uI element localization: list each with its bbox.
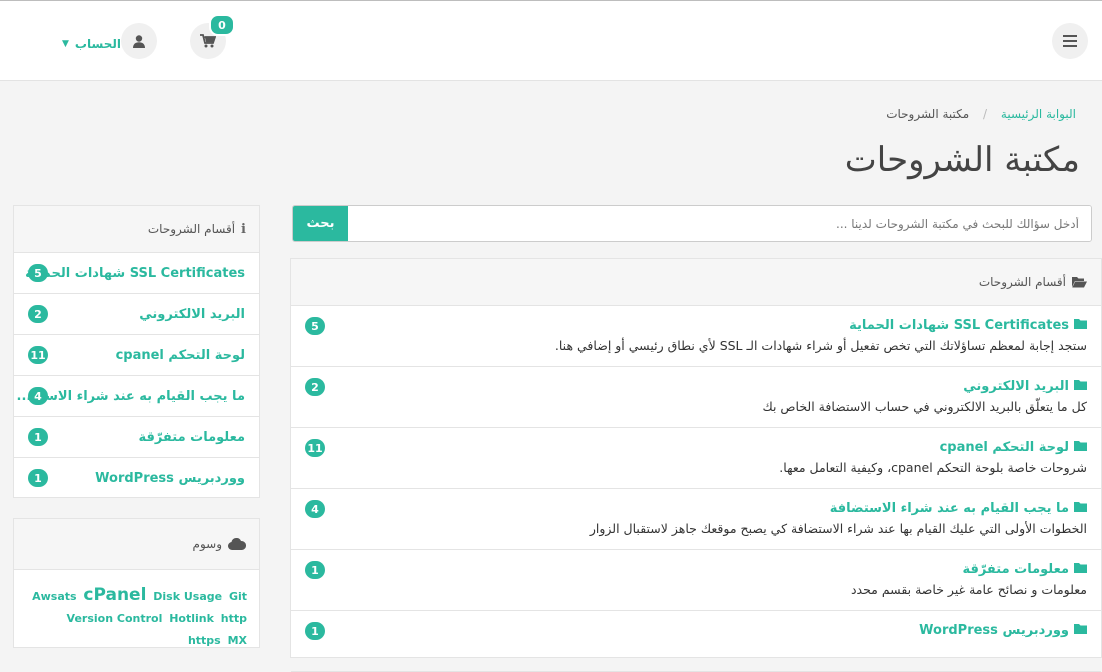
sidebar-item-label: ما يجب القيام به عند شراء الاست... [16, 388, 245, 404]
category-title[interactable]: معلومات متفرّقة [291, 562, 1087, 577]
sidebar-item[interactable]: ما يجب القيام به عند شراء الاست... 4 [14, 376, 259, 417]
sidebar-item-label: معلومات متفرّقة [138, 429, 245, 445]
account-label: الحساب [74, 37, 121, 51]
category-title[interactable]: البريد الالكتروني [291, 379, 1087, 394]
category-count-badge: 1 [305, 622, 325, 640]
search-input[interactable] [348, 206, 1091, 241]
sidebar-item[interactable]: معلومات متفرّقة 1 [14, 417, 259, 458]
caret-down-icon: ▼ [62, 39, 69, 49]
tag-link[interactable]: cPanel [83, 585, 146, 605]
folder-icon [1074, 501, 1087, 516]
category-title-text: ووردبريس WordPress [919, 623, 1069, 638]
tags-title: وسوم [192, 537, 222, 551]
category-item[interactable]: البريد الالكتروني كل ما يتعلّق بالبريد ا… [291, 367, 1101, 428]
categories-panel: أقسام الشروحات SSL Certificates شهادات ا… [290, 258, 1102, 672]
category-title[interactable]: ووردبريس WordPress [291, 623, 1087, 638]
tag-cloud: Awsats cPanel Disk Usage Git Version Con… [14, 570, 259, 652]
category-title[interactable]: ما يجب القيام به عند شراء الاستضافة [291, 501, 1087, 516]
sidebar-item-label: البريد الالكتروني [139, 306, 245, 322]
sidebar-item[interactable]: SSL Certificates شهادات الحماية 5 [14, 253, 259, 294]
tag-link[interactable]: Git [229, 590, 247, 603]
category-item[interactable]: لوحة التحكم cpanel شروحات خاصة بلوحة الت… [291, 428, 1101, 489]
account-dropdown[interactable]: الحساب ▼ [62, 37, 121, 51]
sidebar-categories: i أقسام الشروحات SSL Certificates شهادات… [13, 205, 260, 498]
category-count-badge: 4 [305, 500, 325, 518]
category-item[interactable]: معلومات متفرّقة معلومات و نصائح عامة غير… [291, 550, 1101, 611]
sidebar-item-count: 1 [28, 428, 48, 446]
page-title: مكتبة الشروحات [844, 140, 1080, 180]
category-count-badge: 5 [305, 317, 325, 335]
category-description: معلومات و نصائح عامة غير خاصة بقسم محدد [850, 582, 1087, 597]
search-button[interactable]: بحث [293, 206, 348, 241]
breadcrumb-separator: / [983, 107, 988, 121]
categories-panel-title: أقسام الشروحات [978, 275, 1066, 289]
knowledgebase-search-form: بحث [292, 205, 1092, 242]
sidebar-item-count: 11 [28, 346, 48, 364]
sidebar-item[interactable]: لوحة التحكم cpanel 11 [14, 335, 259, 376]
top-header: 0 الحساب ▼ [0, 0, 1102, 81]
category-title[interactable]: SSL Certificates شهادات الحماية [291, 318, 1087, 333]
category-description: ستجد إجابة لمعظم تساؤلاتك التي تخص تفعيل… [554, 338, 1087, 353]
tag-link[interactable]: https [188, 634, 221, 647]
category-item[interactable]: SSL Certificates شهادات الحماية ستجد إجا… [291, 306, 1101, 367]
tag-link[interactable]: Version Control [67, 612, 163, 625]
sidebar-item[interactable]: البريد الالكتروني 2 [14, 294, 259, 335]
sidebar-item-count: 5 [28, 264, 48, 282]
category-count-badge: 1 [305, 561, 325, 579]
sidebar-item[interactable]: ووردبريس WordPress 1 [14, 458, 259, 499]
sidebar-item-label: ووردبريس WordPress [95, 471, 245, 486]
category-description: شروحات خاصة بلوحة التحكم cpanel، وكيفية … [779, 460, 1087, 475]
category-count-badge: 2 [305, 378, 325, 396]
folder-icon [1074, 379, 1087, 394]
user-icon [133, 34, 145, 48]
breadcrumb-current: مكتبة الشروحات [886, 107, 970, 121]
tags-header: وسوم [14, 519, 259, 570]
category-description: كل ما يتعلّق بالبريد الالكتروني في حساب … [762, 399, 1087, 414]
tag-link[interactable]: Awsats [32, 590, 76, 603]
breadcrumb: البوابة الرئيسية / مكتبة الشروحات [886, 107, 1076, 121]
tag-link[interactable]: Disk Usage [153, 590, 222, 603]
category-title-text: معلومات متفرّقة [962, 562, 1069, 577]
cloud-icon [228, 538, 246, 550]
cart-icon [200, 34, 216, 48]
info-icon: i [241, 221, 246, 237]
categories-panel-header: أقسام الشروحات [291, 259, 1101, 306]
category-item[interactable]: ما يجب القيام به عند شراء الاستضافة الخط… [291, 489, 1101, 550]
tag-link[interactable]: Hotlink [169, 612, 214, 625]
category-title-text: البريد الالكتروني [963, 379, 1069, 394]
category-title-text: SSL Certificates شهادات الحماية [849, 318, 1069, 333]
category-description: الخطوات الأولى التي عليك القيام بها عند … [589, 521, 1087, 536]
category-title-text: ما يجب القيام به عند شراء الاستضافة [829, 501, 1069, 516]
folder-icon [1074, 623, 1087, 638]
category-count-badge: 11 [305, 439, 325, 457]
sidebar-header: i أقسام الشروحات [14, 206, 259, 253]
account-avatar-button[interactable] [121, 23, 157, 59]
sidebar-title: أقسام الشروحات [147, 222, 236, 236]
sidebar-item-count: 4 [28, 387, 48, 405]
tags-panel: وسوم Awsats cPanel Disk Usage Git Versio… [13, 518, 260, 648]
folder-icon [1074, 440, 1087, 455]
breadcrumb-home-link[interactable]: البوابة الرئيسية [1001, 107, 1076, 121]
folder-open-icon [1072, 277, 1087, 288]
folder-icon [1074, 318, 1087, 333]
folder-icon [1074, 562, 1087, 577]
sidebar-item-label: SSL Certificates شهادات الحماية [25, 265, 245, 281]
category-title[interactable]: لوحة التحكم cpanel [291, 440, 1087, 455]
category-item[interactable]: ووردبريس WordPress 1 [291, 611, 1101, 672]
cart-count-badge: 0 [209, 14, 235, 36]
hamburger-icon [1063, 35, 1077, 47]
tag-link[interactable]: http [221, 612, 247, 625]
category-title-text: لوحة التحكم cpanel [939, 440, 1069, 455]
sidebar-item-label: لوحة التحكم cpanel [115, 347, 245, 363]
tag-link[interactable]: MX [228, 634, 247, 647]
menu-toggle-button[interactable] [1052, 23, 1088, 59]
sidebar-item-count: 2 [28, 305, 48, 323]
sidebar-item-count: 1 [28, 469, 48, 487]
